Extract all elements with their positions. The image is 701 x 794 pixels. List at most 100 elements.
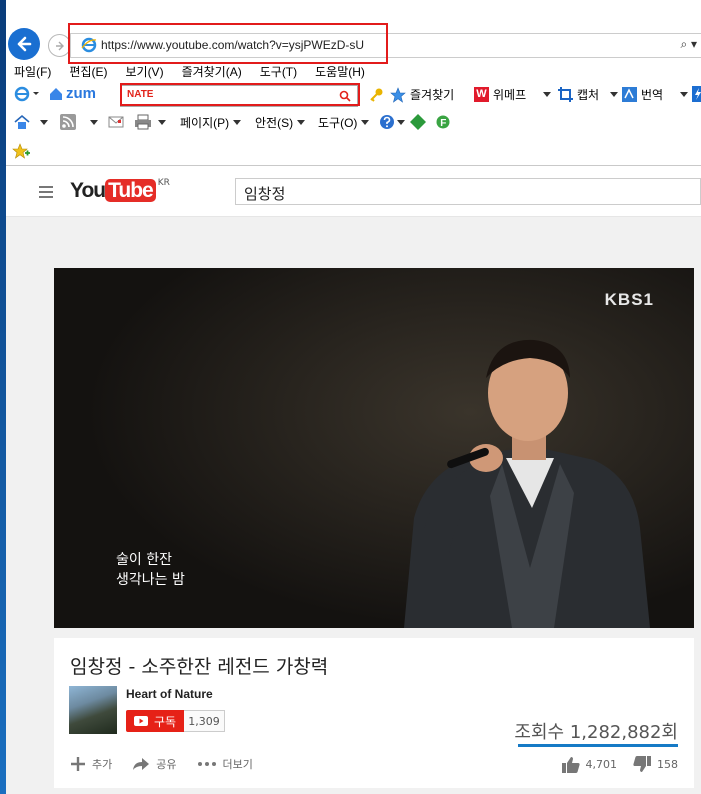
command-bar: 페이지(P) 안전(S) 도구(O) F [12,112,701,134]
translate-button[interactable]: 번역 [622,86,663,103]
add-label: 추가 [92,758,113,771]
translate-icon [622,87,637,102]
browser-window: https://www.youtube.com/watch?v=ysjPWEzD… [6,0,701,794]
page-menu-label: 페이지(P) [180,116,230,130]
youtube-logo[interactable]: You Tube KR [70,178,170,203]
action-buttons: 추가 공유 더보기 [70,756,273,772]
like-count: 4,701 [585,758,618,771]
help-dropdown-icon[interactable] [397,120,405,125]
share-arrow-icon [133,758,150,770]
view-count: 조회수 1,282,882회 [514,722,678,743]
addon-f-icon[interactable]: F [436,115,450,129]
subscribe-button[interactable]: 구독 1,309 [126,710,225,732]
capture-dropdown-icon[interactable] [610,92,618,97]
share-label: 공유 [156,758,177,771]
tools-menu-dropdown-icon [361,120,370,125]
page-menu-dropdown-icon [233,120,242,125]
subscribe-label: 구독 [153,714,177,729]
thumbs-up-icon[interactable] [561,756,580,773]
channel-avatar[interactable] [69,686,117,734]
translate-dropdown-icon[interactable] [680,92,688,97]
back-button[interactable] [8,28,40,60]
url-highlight-box [68,23,388,64]
subtitle-line-1: 술이 한잔 [116,552,172,568]
browser-chrome: https://www.youtube.com/watch?v=ysjPWEzD… [6,0,701,165]
toolbar-addons: zum NATE 즐겨찾기 W 위메프 캡처 번역 [12,83,701,107]
nate-highlight-box [120,83,360,106]
key-icon[interactable] [368,87,384,103]
channel-name[interactable]: Heart of Nature [126,687,213,701]
read-mail-icon[interactable] [108,115,124,129]
address-search-icon[interactable]: ⌕ ▾ [680,37,697,52]
wemakeprice-dropdown-icon[interactable] [543,92,551,97]
youtube-region-label: KR [157,178,170,188]
print-dropdown-icon[interactable] [158,120,166,125]
menu-favorites[interactable]: 즐겨찾기(A) [182,63,242,79]
crop-icon [558,87,573,102]
youtube-play-icon [133,716,148,726]
guide-menu-icon[interactable] [39,186,53,201]
youtube-page: You Tube KR 임창정 KBS1 술이 한잔 생각나는 밤 임창정 - … [6,166,701,794]
safety-menu-label: 안전(S) [255,116,294,130]
youtube-search-value: 임창정 [244,185,286,203]
like-dislike: 4,701 158 [561,756,678,773]
video-subtitle: 술이 한잔 생각나는 밤 [116,550,185,590]
youtube-search-input[interactable]: 임창정 [235,178,701,205]
more-label: 더보기 [222,758,253,771]
zum-home-icon [50,87,62,100]
video-info-card: 임창정 - 소주한잔 레전드 가창력 Heart of Nature 구독 1,… [54,638,694,788]
share-button[interactable]: 공유 [132,756,177,772]
subscriber-count: 1,309 [184,710,225,732]
tools-menu-label: 도구(O) [318,116,358,130]
plus-icon [71,757,85,771]
more-dots-icon [197,762,216,766]
youtube-logo-you: You [70,179,106,202]
like-ratio-bar [518,744,678,747]
forward-arrow-icon [55,41,64,50]
more-button[interactable]: 더보기 [197,756,253,772]
print-icon[interactable] [134,114,152,130]
back-arrow-icon [17,36,32,52]
favorites-label: 즐겨찾기 [410,88,455,102]
video-title: 임창정 - 소주한잔 레전드 가창력 [70,656,329,678]
page-menu[interactable]: 페이지(P) [180,114,242,131]
subscribe-red[interactable]: 구독 [126,710,184,732]
thumbs-down-icon[interactable] [633,756,651,773]
zum-label: zum [66,85,96,102]
zum-logo[interactable]: zum [48,85,96,102]
home-icon[interactable] [14,114,30,130]
wemakeprice-label: 위메프 [493,88,527,102]
addon-green-icon[interactable] [410,114,426,130]
favorites-button[interactable]: 즐겨찾기 [390,86,454,103]
ie-dropdown-icon[interactable] [14,86,42,102]
add-to-button[interactable]: 추가 [70,756,112,772]
svg-text:F: F [440,118,446,129]
safety-menu[interactable]: 안전(S) [255,114,306,131]
rss-dropdown-icon[interactable] [90,120,98,125]
capture-label: 캡처 [577,88,600,102]
flash-icon[interactable] [692,86,701,102]
video-player[interactable]: KBS1 술이 한잔 생각나는 밤 [54,268,694,628]
wemakeprice-logo-icon: W [474,87,489,102]
menu-view[interactable]: 보기(V) [125,63,163,79]
youtube-logo-tube: Tube [105,179,156,202]
add-favorites-bar-icon[interactable] [12,143,30,159]
rss-feed-icon[interactable] [60,114,76,130]
menu-edit[interactable]: 편집(E) [69,63,107,79]
dislike-count: 158 [657,758,678,771]
help-icon[interactable] [379,114,395,130]
menu-help[interactable]: 도움말(H) [315,63,365,79]
translate-label: 번역 [641,88,664,102]
broadcaster-watermark: KBS1 [604,290,654,309]
menu-file[interactable]: 파일(F) [14,63,51,79]
safety-menu-dropdown-icon [297,120,306,125]
menu-bar: 파일(F) 편집(E) 보기(V) 즐겨찾기(A) 도구(T) 도움말(H) [14,63,383,79]
subtitle-line-2: 생각나는 밤 [116,572,185,588]
star-icon [390,86,406,103]
capture-button[interactable]: 캡처 [558,86,599,103]
youtube-header: You Tube KR 임창정 [6,166,701,217]
wemakeprice-button[interactable]: W 위메프 [474,86,526,103]
home-dropdown-icon[interactable] [40,120,48,125]
menu-tools[interactable]: 도구(T) [260,63,297,79]
tools-menu[interactable]: 도구(O) [318,114,370,131]
